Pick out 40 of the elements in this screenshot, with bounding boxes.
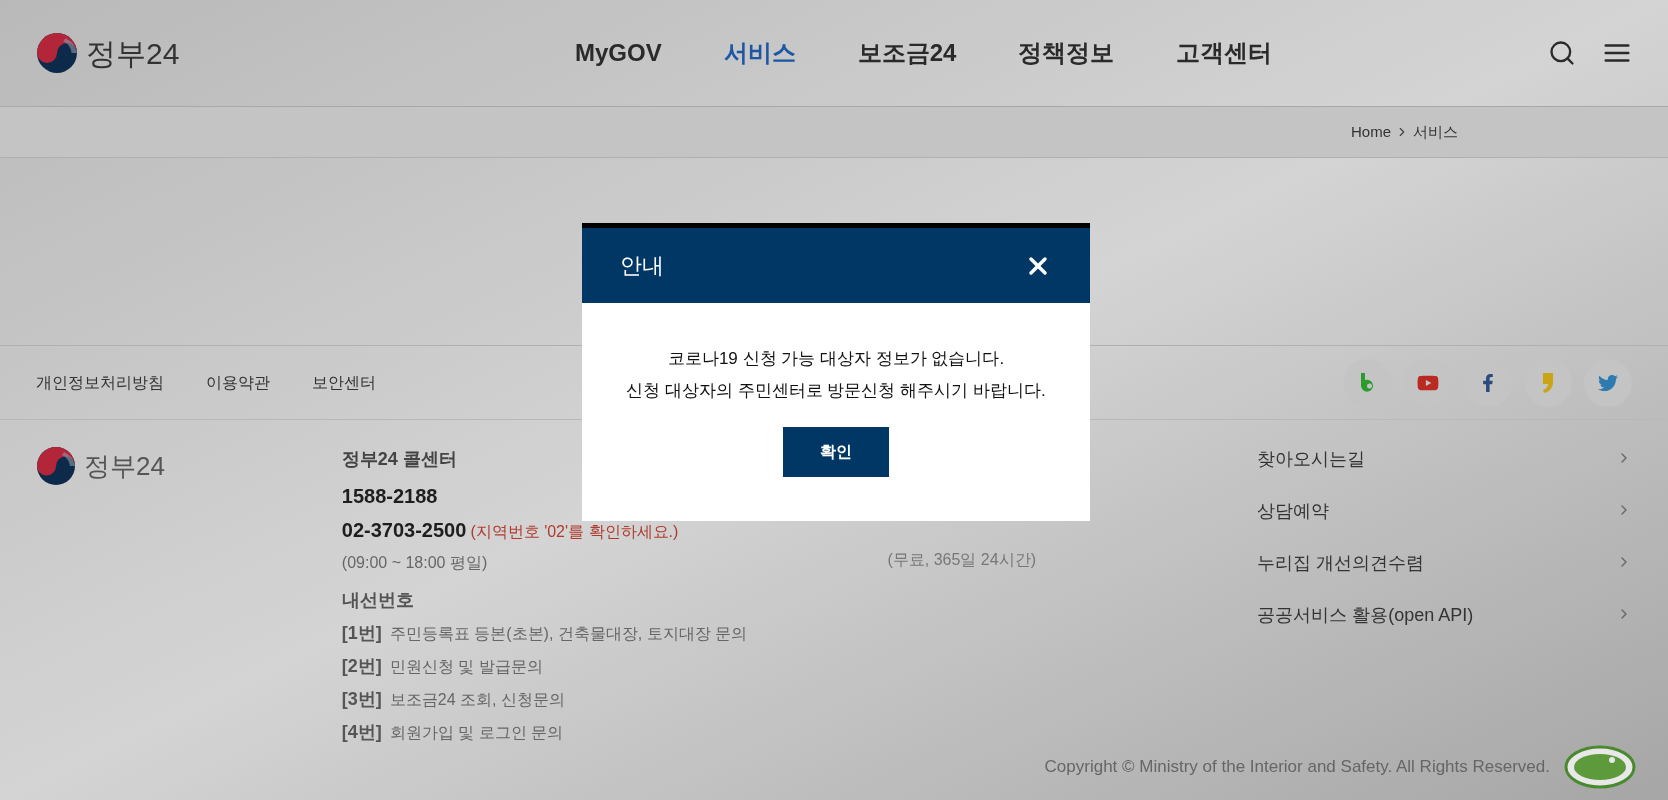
extension-description: 보조금24 조회, 신청문의	[389, 690, 565, 710]
logo-text[interactable]: 정부24	[86, 30, 180, 76]
quick-link[interactable]: 상담예약	[1257, 498, 1632, 550]
footer-link[interactable]: 이용약관	[206, 370, 270, 395]
extension-description: 회원가입 및 로그인 문의	[389, 723, 564, 743]
breadcrumb-item[interactable]: Home	[1351, 120, 1391, 144]
phone-number: 1588-2188	[341, 484, 438, 509]
nav-tab[interactable]: 보조금24	[857, 35, 957, 71]
copyright: Copyright © Ministry of the Interior and Safety. All Rights Reserved.	[1044, 756, 1550, 779]
logo-text[interactable]: 정부24	[84, 446, 165, 486]
call-center-hours: (09:00 ~ 18:00 평일)	[341, 553, 488, 573]
modal-message: 코로나19 신청 가능 대상자 정보가 없습니다.	[667, 348, 1005, 370]
extension-number: [1번]	[341, 622, 382, 645]
nav-tab[interactable]: 고객센터	[1176, 35, 1273, 71]
footer-link[interactable]: 개인정보처리방침	[36, 370, 164, 395]
extension-number: [3번]	[341, 688, 382, 711]
nav-tab[interactable]: 서비스	[723, 35, 796, 71]
confirm-button[interactable]: 확인	[783, 427, 889, 477]
breadcrumb-item[interactable]: 서비스	[1413, 120, 1458, 144]
extensions-title: 내선번호	[341, 589, 414, 612]
quick-link[interactable]: 누리집 개선의견수렴	[1257, 550, 1632, 602]
emblem-icon	[36, 446, 76, 486]
emblem-icon	[36, 32, 78, 74]
quick-link[interactable]: 찾아오시는길	[1257, 446, 1632, 498]
extension-number: [4번]	[341, 721, 382, 744]
nav-tab[interactable]: 정책정보	[1018, 35, 1115, 71]
area-code-note: (지역번호 '02'를 확인하세요.)	[470, 522, 679, 542]
extension-description: 민원신청 및 발급문의	[389, 657, 543, 677]
web-accessibility-mark-icon	[1564, 744, 1636, 790]
hours-note: (무료, 365일 24시간)	[887, 551, 1036, 568]
modal-message: 신청 대상자의 주민센터로 방문신청 해주시기 바랍니다.	[626, 380, 1046, 402]
phone-number: 02-3703-2500	[341, 518, 467, 543]
quick-link[interactable]: 공공서비스 활용(open API)	[1257, 602, 1632, 654]
modal-title: 안내	[620, 252, 664, 280]
call-center-title: 정부24 콜센터	[341, 448, 457, 471]
extension-description: 주민등록표 등본(초본), 건축물대장, 토지대장 문의	[389, 624, 748, 644]
nav-tab[interactable]: MyGOV	[575, 35, 662, 71]
footer-link[interactable]: 보안센터	[312, 370, 376, 395]
search-button[interactable]	[1548, 39, 1576, 67]
extension-number: [2번]	[341, 655, 382, 678]
